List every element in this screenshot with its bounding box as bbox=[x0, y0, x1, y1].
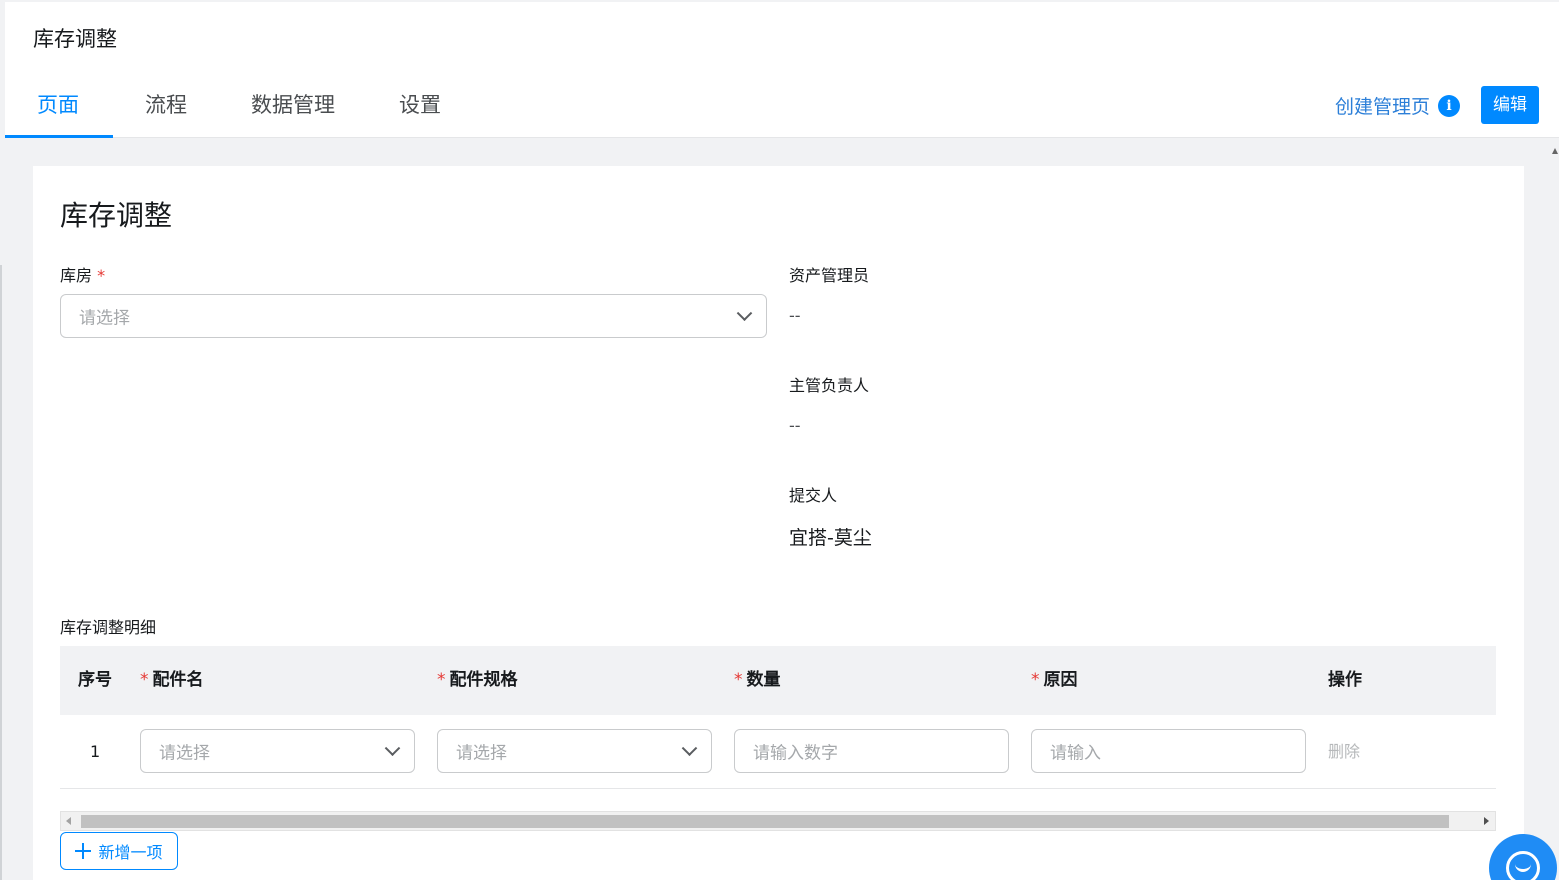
asset-manager-value: -- bbox=[789, 306, 801, 325]
horizontal-scrollbar[interactable] bbox=[60, 811, 1496, 831]
scroll-right-arrow[interactable] bbox=[1484, 817, 1489, 825]
tab-process[interactable]: 流程 bbox=[145, 84, 187, 138]
required-mark: * bbox=[437, 670, 446, 690]
tab-bar: 页面 流程 数据管理 设置 bbox=[5, 84, 441, 138]
col-actions: 操作 bbox=[1328, 670, 1362, 690]
add-item-button[interactable]: 新增一项 bbox=[60, 832, 178, 870]
chevron-down-icon bbox=[384, 740, 401, 757]
submitter-label: 提交人 bbox=[789, 486, 838, 505]
info-icon[interactable]: i bbox=[1438, 94, 1461, 117]
scroll-left-arrow[interactable] bbox=[66, 817, 71, 825]
part-name-select[interactable]: 请选择 bbox=[140, 729, 415, 773]
col-quantity: * 数量 bbox=[734, 646, 781, 715]
col-reason: * 原因 bbox=[1031, 646, 1078, 715]
app-title: 库存调整 bbox=[33, 27, 117, 51]
col-spec-label: 配件规格 bbox=[449, 670, 518, 690]
delete-row-link[interactable]: 删除 bbox=[1328, 715, 1360, 789]
row-index: 1 bbox=[90, 742, 101, 761]
col-quantity-label: 数量 bbox=[746, 670, 781, 690]
col-part-name-label: 配件名 bbox=[152, 670, 204, 690]
form-card: 库存调整 库房 * 请选择 资产管理员 -- 主管负责人 -- 提交人 宜搭-莫… bbox=[33, 166, 1524, 880]
chevron-down-icon bbox=[736, 305, 753, 322]
col-part-name: * 配件名 bbox=[140, 646, 204, 715]
left-divider bbox=[0, 265, 2, 880]
tab-page[interactable]: 页面 bbox=[5, 84, 113, 138]
add-item-label: 新增一项 bbox=[98, 843, 163, 862]
tab-settings[interactable]: 设置 bbox=[399, 84, 441, 138]
required-mark: * bbox=[140, 670, 149, 690]
create-manage-page-link[interactable]: 创建管理页 i bbox=[1335, 92, 1461, 119]
warehouse-select[interactable]: 请选择 bbox=[60, 294, 767, 338]
submitter-value: 宜搭-莫尘 bbox=[789, 527, 872, 549]
spec-placeholder: 请选择 bbox=[456, 743, 507, 764]
reason-placeholder: 请输入 bbox=[1050, 743, 1101, 764]
quantity-placeholder: 请输入数字 bbox=[753, 743, 838, 764]
col-index: 序号 bbox=[78, 670, 112, 690]
scroll-up-arrow[interactable] bbox=[1552, 148, 1558, 154]
reason-input[interactable]: 请输入 bbox=[1031, 729, 1306, 773]
supervisor-value: -- bbox=[789, 416, 801, 435]
col-spec: * 配件规格 bbox=[437, 646, 518, 715]
supervisor-label: 主管负责人 bbox=[789, 376, 870, 395]
edit-button[interactable]: 编辑 bbox=[1481, 86, 1539, 124]
quantity-input[interactable]: 请输入数字 bbox=[734, 729, 1009, 773]
warehouse-placeholder: 请选择 bbox=[79, 308, 130, 329]
form-title: 库存调整 bbox=[60, 199, 173, 232]
create-manage-page-label: 创建管理页 bbox=[1335, 96, 1431, 118]
asset-manager-label: 资产管理员 bbox=[789, 266, 870, 285]
required-mark: * bbox=[97, 266, 106, 285]
tab-data-management[interactable]: 数据管理 bbox=[251, 84, 335, 138]
chevron-down-icon bbox=[681, 740, 698, 757]
scrollbar-thumb[interactable] bbox=[81, 815, 1449, 828]
required-mark: * bbox=[1031, 670, 1040, 690]
part-name-placeholder: 请选择 bbox=[159, 743, 210, 764]
app-header: 库存调整 页面 流程 数据管理 设置 创建管理页 i 编辑 bbox=[5, 2, 1559, 138]
warehouse-label: 库房 * bbox=[60, 262, 105, 286]
detail-section-label: 库存调整明细 bbox=[60, 618, 157, 637]
col-reason-label: 原因 bbox=[1043, 670, 1078, 690]
table-row: 1 请选择 请选择 请输入数字 请输入 删除 bbox=[60, 715, 1496, 789]
spec-select[interactable]: 请选择 bbox=[437, 729, 712, 773]
warehouse-label-text: 库房 bbox=[60, 266, 93, 285]
detail-table: 序号 * 配件名 * 配件规格 * 数量 * 原因 操作 1 请选择 请选择 请输入数字… bbox=[60, 646, 1496, 789]
required-mark: * bbox=[734, 670, 743, 690]
table-header: 序号 * 配件名 * 配件规格 * 数量 * 原因 操作 bbox=[60, 646, 1496, 715]
plus-icon bbox=[75, 843, 92, 859]
